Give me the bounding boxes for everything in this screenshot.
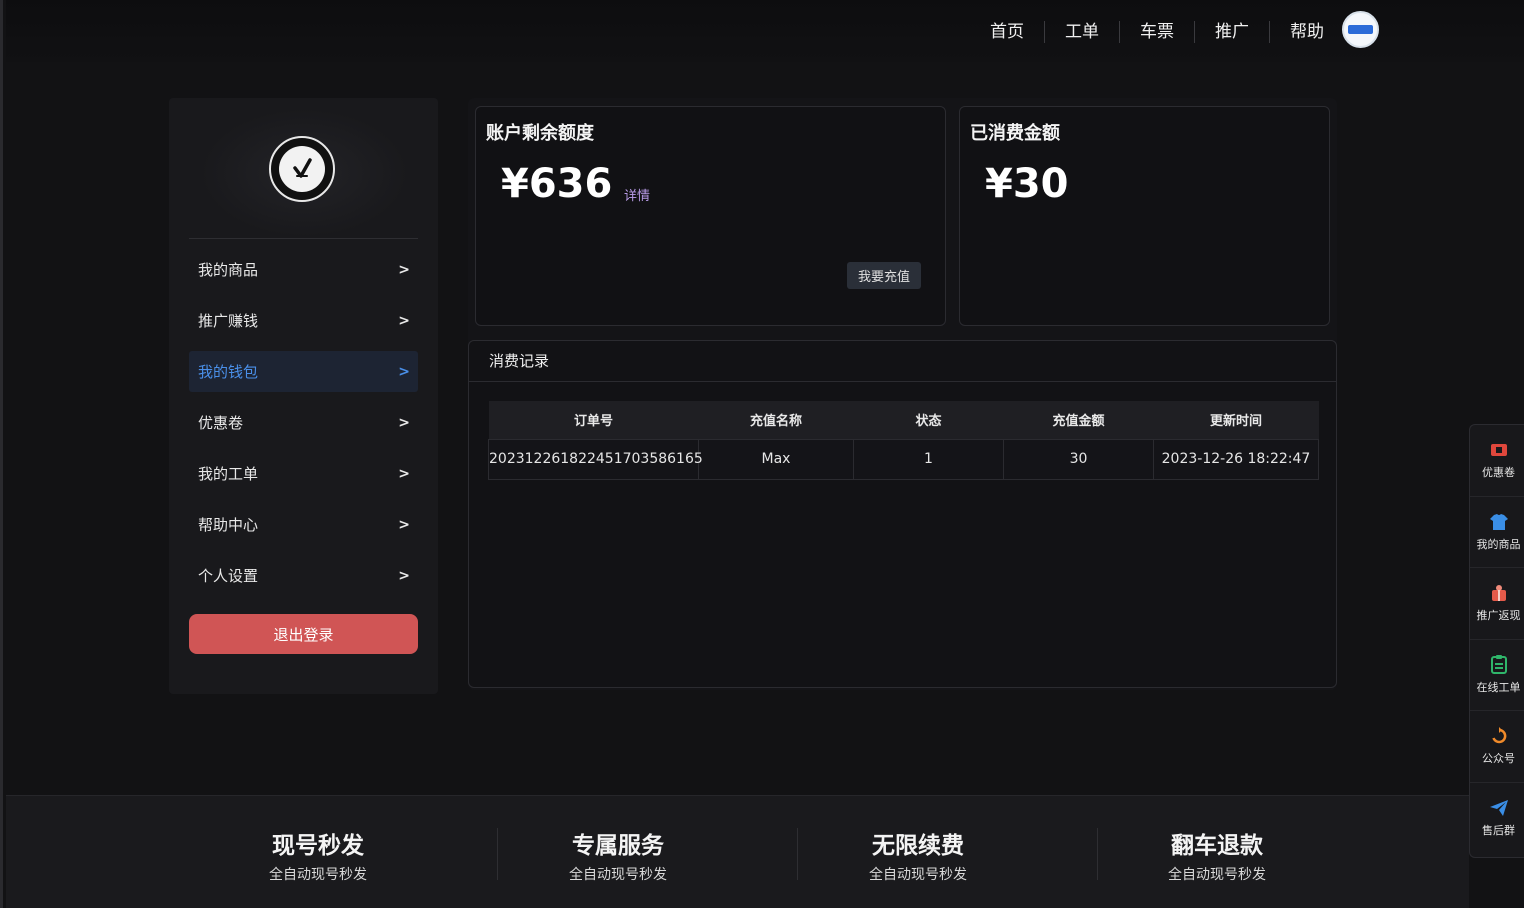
main-content: 账户剩余额度 ¥636 详情 我要充值 已消费金额 ¥30 消费记录 订单号 充… xyxy=(468,98,1337,690)
sidebar-divider xyxy=(189,238,418,239)
column-header: 状态 xyxy=(853,401,1004,440)
records-title: 消费记录 xyxy=(469,341,1336,382)
profile-logo xyxy=(269,136,335,202)
float-item-promote-cashback[interactable]: 推广返现 xyxy=(1470,568,1524,640)
clipboard-icon xyxy=(1489,655,1509,675)
balance-title: 账户剩余额度 xyxy=(486,123,594,144)
float-item-label: 售后群 xyxy=(1482,824,1515,838)
chevron-right-icon: > xyxy=(398,465,410,482)
float-item-online-ticket[interactable]: 在线工单 xyxy=(1470,640,1524,711)
float-item-label: 推广返现 xyxy=(1476,609,1521,623)
float-item-label: 优惠卷 xyxy=(1482,466,1515,480)
feature-title: 无限续费 xyxy=(872,833,964,859)
float-item-official-account[interactable]: 公众号 xyxy=(1470,711,1524,783)
chevron-right-icon: > xyxy=(398,261,410,278)
feature-subtitle: 全自动现号秒发 xyxy=(269,867,367,883)
user-avatar[interactable] xyxy=(1342,11,1379,48)
column-header: 更新时间 xyxy=(1153,401,1319,440)
sidebar-item-promote-earn[interactable]: 推广赚钱 > xyxy=(189,300,418,341)
feature-subtitle: 全自动现号秒发 xyxy=(569,867,667,883)
gift-icon xyxy=(1489,583,1509,603)
feature-title: 现号秒发 xyxy=(272,833,364,859)
sidebar-item-label: 我的工单 xyxy=(198,465,259,483)
logout-button[interactable]: 退出登录 xyxy=(189,614,418,654)
spent-amount: ¥30 xyxy=(985,161,1069,207)
sidebar-item-label: 个人设置 xyxy=(198,567,259,585)
column-header: 订单号 xyxy=(488,401,699,440)
float-item-label: 在线工单 xyxy=(1476,680,1521,694)
feature-subtitle: 全自动现号秒发 xyxy=(1168,867,1266,883)
column-header: 充值名称 xyxy=(698,401,854,440)
records-table: 订单号 充值名称 状态 充值金额 更新时间 202312261822451703… xyxy=(488,401,1319,480)
check-icon xyxy=(279,146,325,192)
nav-promote[interactable]: 推广 xyxy=(1194,21,1269,43)
chevron-right-icon: > xyxy=(398,363,410,380)
top-bar: 首页 工单 车票 推广 帮助 xyxy=(6,0,1524,62)
recharge-name-cell: Max xyxy=(698,439,854,480)
table-header-row: 订单号 充值名称 状态 充值金额 更新时间 xyxy=(488,401,1319,440)
footer: 现号秒发 全自动现号秒发 专属服务 全自动现号秒发 无限续费 全自动现号秒发 翻… xyxy=(6,795,1469,908)
status-cell: 1 xyxy=(853,439,1004,480)
feature-instant-delivery: 现号秒发 全自动现号秒发 xyxy=(168,826,468,884)
shirt-icon xyxy=(1489,512,1509,532)
top-nav: 首页 工单 车票 推广 帮助 xyxy=(970,14,1344,50)
updated-time-cell: 2023-12-26 18:22:47 xyxy=(1153,439,1319,480)
sidebar: 我的商品 > 推广赚钱 > 我的钱包 > 优惠卷 > 我的工单 > 帮助中心 > xyxy=(169,98,438,694)
balance-card: 账户剩余额度 ¥636 详情 我要充值 xyxy=(475,106,946,326)
column-header: 充值金额 xyxy=(1003,401,1154,440)
balance-detail-link[interactable]: 详情 xyxy=(624,185,650,204)
feature-unlimited-renewal: 无限续费 全自动现号秒发 xyxy=(768,826,1068,884)
chevron-right-icon: > xyxy=(398,414,410,431)
coupon-icon xyxy=(1489,440,1509,460)
float-item-after-sales-group[interactable]: 售后群 xyxy=(1470,783,1524,855)
float-item-label: 公众号 xyxy=(1482,752,1515,766)
sidebar-item-label: 优惠卷 xyxy=(198,414,244,432)
chevron-right-icon: > xyxy=(398,567,410,584)
avatar-logo-icon xyxy=(1348,25,1373,34)
sidebar-item-my-tickets[interactable]: 我的工单 > xyxy=(189,453,418,494)
order-id-cell: 202312261822451703586165 xyxy=(488,439,703,480)
float-item-coupons[interactable]: 优惠卷 xyxy=(1470,425,1524,497)
chevron-right-icon: > xyxy=(398,312,410,329)
chevron-right-icon: > xyxy=(398,516,410,533)
sidebar-menu: 我的商品 > 推广赚钱 > 我的钱包 > 优惠卷 > 我的工单 > 帮助中心 > xyxy=(189,249,418,606)
feature-refund: 翻车退款 全自动现号秒发 xyxy=(1067,826,1367,884)
feature-subtitle: 全自动现号秒发 xyxy=(869,867,967,883)
balance-amount: ¥636 xyxy=(501,161,613,207)
paper-plane-icon xyxy=(1489,798,1509,818)
sidebar-item-help-center[interactable]: 帮助中心 > xyxy=(189,504,418,545)
sidebar-item-label: 帮助中心 xyxy=(198,516,259,534)
sidebar-item-my-wallet[interactable]: 我的钱包 > xyxy=(189,351,418,392)
nav-car-tickets[interactable]: 车票 xyxy=(1119,21,1194,43)
refresh-icon xyxy=(1489,726,1509,746)
spent-title: 已消费金额 xyxy=(970,123,1060,144)
sidebar-item-coupons[interactable]: 优惠卷 > xyxy=(189,402,418,443)
float-item-label: 我的商品 xyxy=(1476,537,1521,551)
nav-tickets[interactable]: 工单 xyxy=(1044,21,1119,43)
float-item-my-products[interactable]: 我的商品 xyxy=(1470,497,1524,568)
sidebar-item-my-products[interactable]: 我的商品 > xyxy=(189,249,418,290)
nav-home[interactable]: 首页 xyxy=(970,21,1044,43)
sidebar-item-label: 我的钱包 xyxy=(198,363,259,381)
feature-dedicated-service: 专属服务 全自动现号秒发 xyxy=(468,826,768,884)
floating-toolbar: 优惠卷 我的商品 推广返现 在线工单 公众号 售后群 xyxy=(1469,424,1524,858)
sidebar-item-label: 推广赚钱 xyxy=(198,312,259,330)
feature-title: 专属服务 xyxy=(572,833,664,859)
feature-title: 翻车退款 xyxy=(1171,833,1263,859)
table-row: 202312261822451703586165 Max 1 30 2023-1… xyxy=(488,439,1319,480)
sidebar-item-label: 我的商品 xyxy=(198,261,259,279)
recharge-button[interactable]: 我要充值 xyxy=(847,262,921,289)
amount-cell: 30 xyxy=(1003,439,1154,480)
nav-help[interactable]: 帮助 xyxy=(1269,21,1344,43)
spent-card: 已消费金额 ¥30 xyxy=(959,106,1330,326)
records-panel: 消费记录 订单号 充值名称 状态 充值金额 更新时间 2023122618224… xyxy=(468,340,1337,688)
app-frame: 首页 工单 车票 推广 帮助 我的商品 > 推广赚钱 > 我的钱包 > 优惠卷 … xyxy=(0,0,1524,908)
sidebar-item-settings[interactable]: 个人设置 > xyxy=(189,555,418,596)
